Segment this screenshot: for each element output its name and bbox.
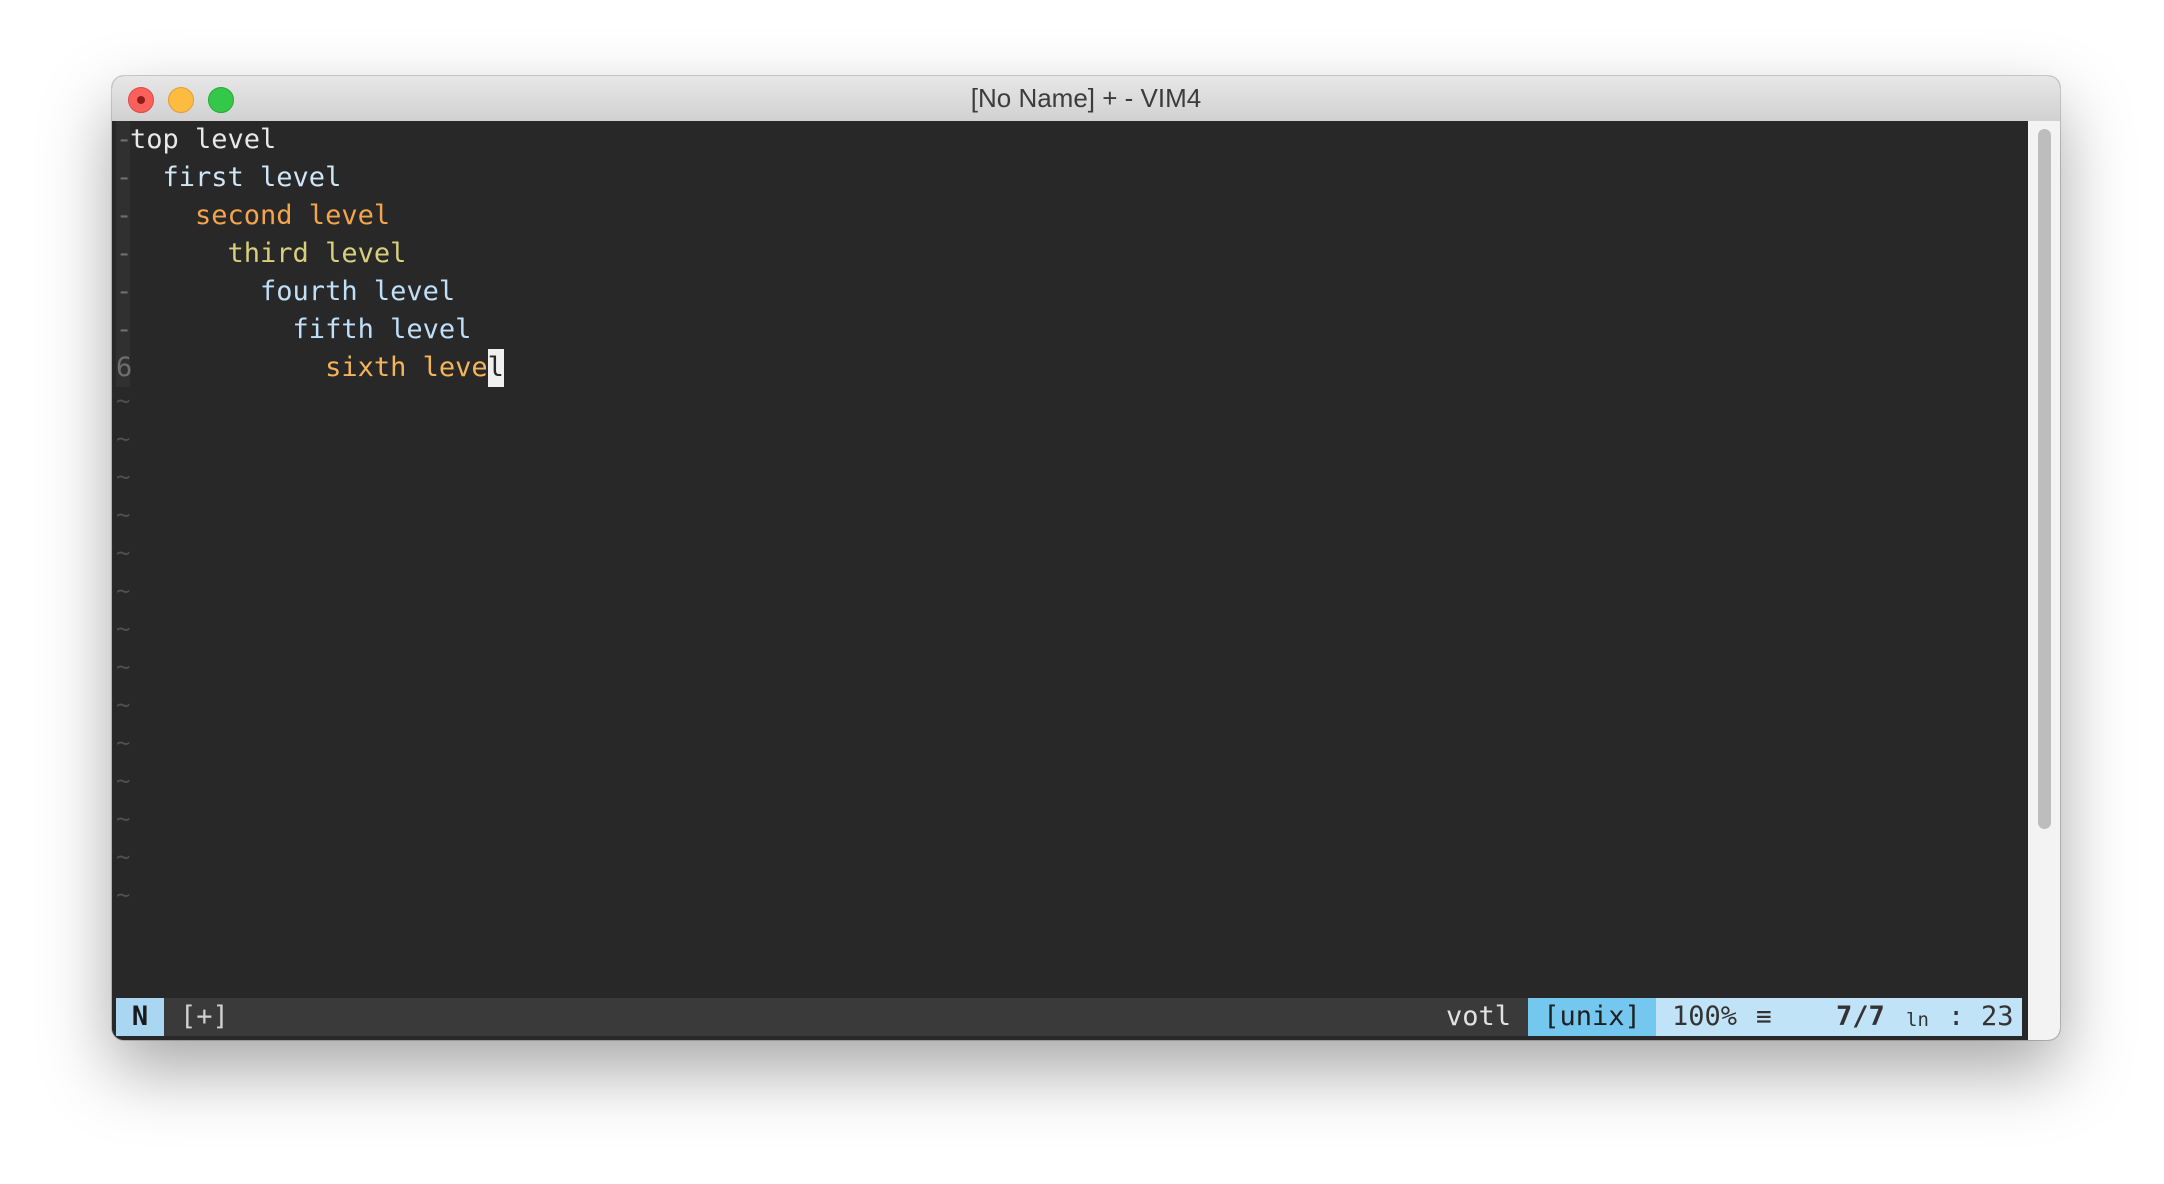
line-text: second level [130,200,391,231]
tilde-line: ~ [116,843,131,871]
line-text: fourth level [130,276,456,307]
tilde-line: ~ [116,767,131,795]
line-text: top level [130,124,277,155]
line-text: sixth leve [130,352,488,383]
fold-marker: - [116,197,132,235]
buffer-line-7[interactable]: sixth level [130,349,504,387]
fileformat-label: [unix] [1528,998,1656,1036]
menu-icon: ≡ [1756,1002,1772,1032]
tilde-line: ~ [116,805,131,833]
tilde-line: ~ [116,577,131,605]
fold-marker: - [116,273,132,311]
tilde-line: ~ [116,387,131,415]
filetype-label: votl [1446,1001,1512,1032]
tilde-line: ~ [116,501,131,529]
vim-window: [No Name] + - VIM4 - top level - first l… [112,76,2060,1040]
fold-marker: - [116,159,132,197]
tilde-line: ~ [116,729,131,757]
tilde-line: ~ [116,653,131,681]
line-text: fifth level [130,314,472,345]
fold-marker: - [116,235,132,273]
buffer-line-1[interactable]: top level [130,121,276,159]
line-text: third level [130,238,407,269]
buffer-line-5[interactable]: fourth level [130,273,455,311]
editor-area[interactable]: - top level - first level - second level… [112,121,2028,1040]
window-title: [No Name] + - VIM4 [970,83,1202,113]
tilde-line: ~ [116,881,131,909]
buffer-line-2[interactable]: first level [130,159,342,197]
line-position: 7/7 [1836,1001,1885,1032]
scroll-percent: 100% [1672,1001,1738,1032]
status-line: N [+] votl [unix] 100% ≡ 7/7 ln : 23 [116,998,2022,1036]
tilde-line: ~ [116,539,131,567]
title-bar[interactable]: [No Name] + - VIM4 [112,76,2060,122]
fold-marker: - [116,121,132,159]
position-separator: : [1948,1001,1965,1032]
fold-marker: - [116,311,132,349]
column-number: 23 [1981,1001,2014,1032]
modified-flag: [+] [180,1001,229,1032]
buffer-line-3[interactable]: second level [130,197,390,235]
mode-indicator: N [116,998,164,1036]
text-cursor: l [487,349,504,387]
tilde-line: ~ [116,615,131,643]
tilde-line: ~ [116,691,131,719]
ln-label: ln [1906,1009,1929,1031]
buffer-line-6[interactable]: fifth level [130,311,472,349]
line-number: 6 [116,349,132,387]
buffer-line-4[interactable]: third level [130,235,407,273]
tilde-line: ~ [116,463,131,491]
position-info: 100% ≡ 7/7 ln : 23 [1656,998,2022,1036]
tilde-line: ~ [116,425,131,453]
vertical-scrollbar[interactable] [2028,121,2060,1040]
scrollbar-thumb[interactable] [2038,129,2051,829]
line-text: first level [130,162,342,193]
